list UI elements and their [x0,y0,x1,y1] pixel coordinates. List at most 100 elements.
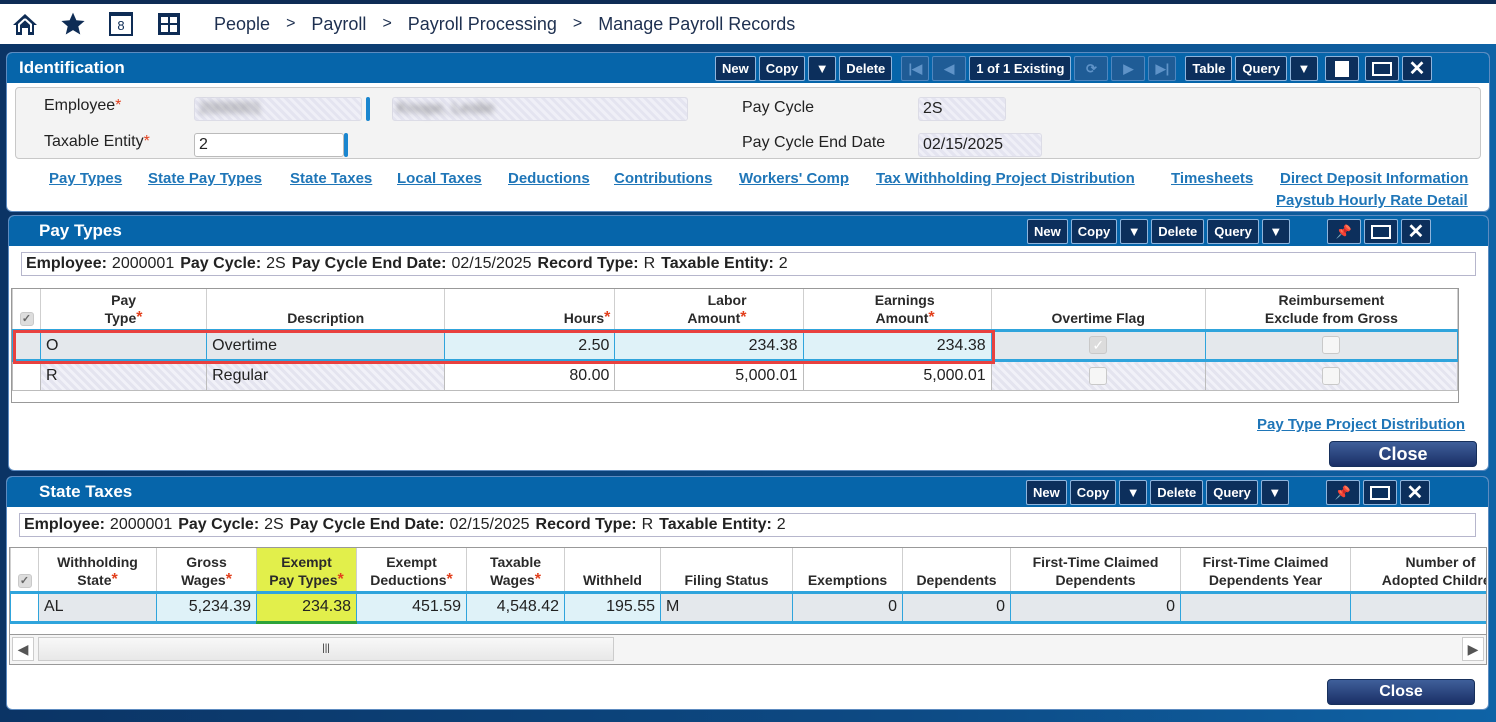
maximize-button[interactable] [1362,480,1397,505]
row-selector[interactable] [12,330,42,361]
link-workers-comp[interactable]: Workers' Comp [739,170,849,187]
link-pay-type-project-distribution[interactable]: Pay Type Project Distribution [1257,416,1465,433]
column-header-exempt-deductions[interactable]: Exempt Deductions* [356,548,467,593]
column-header-first-time-claimed-dependents-year[interactable]: First-Time Claimed Dependents Year [1180,548,1351,593]
link-contributions[interactable]: Contributions [614,170,712,187]
link-state-taxes[interactable]: State Taxes [290,170,372,187]
column-header-hours[interactable]: Hours* [444,289,616,331]
table-button[interactable]: Table [1185,56,1233,81]
scroll-thumb[interactable]: ||| [38,637,614,661]
select-all-header[interactable]: ✓ [10,548,39,593]
column-header-exempt-pay-types[interactable]: Exempt Pay Types* [256,548,357,593]
cell-adopted-children[interactable] [1350,591,1486,623]
column-header-gross-wages[interactable]: Gross Wages* [156,548,257,593]
cell-taxable-wages[interactable]: 4,548.42 [466,591,565,623]
query-button[interactable]: Query [1206,480,1258,505]
horizontal-scrollbar[interactable]: ◀ ||| ▶ [10,634,1486,664]
grid-icon[interactable] [154,9,184,39]
breadcrumb-people[interactable]: People [214,14,270,35]
cell-exempt-deductions[interactable]: 451.59 [356,591,467,623]
close-panel-button[interactable]: ✕ [1399,480,1430,505]
column-header-filing-status[interactable]: Filing Status [660,548,793,593]
home-icon[interactable] [10,9,40,39]
reimbursement-checkbox[interactable] [1322,336,1341,355]
cell-dependents[interactable]: 0 [902,591,1011,623]
query-button[interactable]: Query [1207,219,1259,244]
copy-button[interactable]: Copy [758,56,806,81]
previous-record-button[interactable]: ◀ [932,56,967,81]
next-record-button[interactable]: ▶ [1111,56,1146,81]
column-header-withheld[interactable]: Withheld [564,548,661,593]
scroll-left-button[interactable]: ◀ [12,637,34,661]
copy-button[interactable]: Copy [1069,480,1117,505]
link-local-taxes[interactable]: Local Taxes [397,170,482,187]
copy-dropdown-button[interactable]: ▼ [808,56,837,81]
copy-button[interactable]: Copy [1070,219,1118,244]
column-header-labor-amount[interactable]: Labor Amount* [614,289,804,331]
link-paystub-hourly-rate-detail[interactable]: Paystub Hourly Rate Detail [1276,192,1468,209]
cell-earnings-amount[interactable]: 234.38 [802,330,992,361]
cell-pay-type[interactable]: O [40,330,208,361]
pin-button[interactable]: 📌 [1326,219,1361,244]
calendar-icon[interactable]: 8 [106,9,136,39]
cell-filing-status[interactable]: M [660,591,793,623]
link-direct-deposit-information[interactable]: Direct Deposit Information [1280,170,1468,187]
link-deductions[interactable]: Deductions [508,170,590,187]
close-button[interactable]: Close [1327,679,1475,705]
cell-earnings-amount[interactable]: 5,000.01 [802,360,992,391]
cell-withholding-state[interactable]: AL [38,591,157,623]
cell-description[interactable]: Overtime [206,330,446,361]
overtime-checkbox[interactable]: ✓ [1089,336,1108,355]
cell-labor-amount[interactable]: 5,000.01 [614,360,804,391]
breadcrumb-payroll-processing[interactable]: Payroll Processing [408,14,557,35]
employee-lookup-handle[interactable] [366,97,370,121]
column-header-exemptions[interactable]: Exemptions [792,548,903,593]
form-view-button[interactable] [1324,56,1359,81]
last-record-button[interactable]: ▶| [1148,56,1177,81]
taxable-entity-lookup-handle[interactable] [344,133,348,157]
table-row[interactable]: R Regular 80.00 5,000.01 5,000.01 [12,360,1458,391]
link-tax-withholding-project-distribution[interactable]: Tax Withholding Project Distribution [876,170,1135,187]
cell-gross-wages[interactable]: 5,234.39 [156,591,257,623]
column-header-dependents[interactable]: Dependents [902,548,1011,593]
table-row[interactable]: O Overtime 2.50 234.38 234.38 ✓ [12,330,1458,361]
column-header-first-time-claimed-dependents[interactable]: First-Time Claimed Dependents [1010,548,1181,593]
cell-hours[interactable]: 2.50 [444,330,616,361]
select-all-header[interactable]: ✓ [12,289,42,331]
close-panel-button[interactable]: ✕ [1401,56,1432,81]
cell-first-time-claimed-dependents-year[interactable] [1180,591,1351,623]
copy-dropdown-button[interactable]: ▼ [1119,480,1148,505]
link-state-pay-types[interactable]: State Pay Types [148,170,262,187]
cell-withheld[interactable]: 195.55 [564,591,661,623]
column-header-earnings-amount[interactable]: Earnings Amount* [802,289,992,331]
cell-hours[interactable]: 80.00 [444,360,616,391]
link-pay-types[interactable]: Pay Types [49,170,122,187]
delete-button[interactable]: Delete [839,56,893,81]
column-header-adopted-children[interactable]: Number ofAdopted Children [1350,548,1486,593]
new-button[interactable]: New [1027,219,1068,244]
copy-dropdown-button[interactable]: ▼ [1120,219,1149,244]
star-icon[interactable] [58,9,88,39]
new-button[interactable]: New [715,56,756,81]
row-selector[interactable] [10,591,39,623]
taxable-entity-input[interactable]: 2 [194,133,344,157]
query-dropdown-button[interactable]: ▼ [1261,219,1290,244]
breadcrumb-payroll[interactable]: Payroll [311,14,366,35]
reimbursement-checkbox[interactable] [1322,366,1341,385]
row-selector[interactable] [12,360,42,391]
query-dropdown-button[interactable]: ▼ [1289,56,1318,81]
table-row[interactable]: AL 5,234.39 234.38 451.59 4,548.42 195.5… [10,591,1486,624]
column-header-withholding-state[interactable]: Withholding State* [38,548,157,593]
column-header-pay-type[interactable]: Pay Type* [40,289,208,331]
cell-exemptions[interactable]: 0 [792,591,903,623]
new-button[interactable]: New [1026,480,1067,505]
delete-button[interactable]: Delete [1150,480,1204,505]
cell-pay-type[interactable]: R [40,360,208,391]
cell-description[interactable]: Regular [206,360,446,391]
scroll-right-button[interactable]: ▶ [1462,637,1484,661]
column-header-description[interactable]: Description [206,289,446,331]
query-dropdown-button[interactable]: ▼ [1260,480,1289,505]
refresh-button[interactable]: ⟳ [1074,56,1109,81]
close-button[interactable]: Close [1329,441,1477,467]
pin-button[interactable]: 📌 [1325,480,1360,505]
